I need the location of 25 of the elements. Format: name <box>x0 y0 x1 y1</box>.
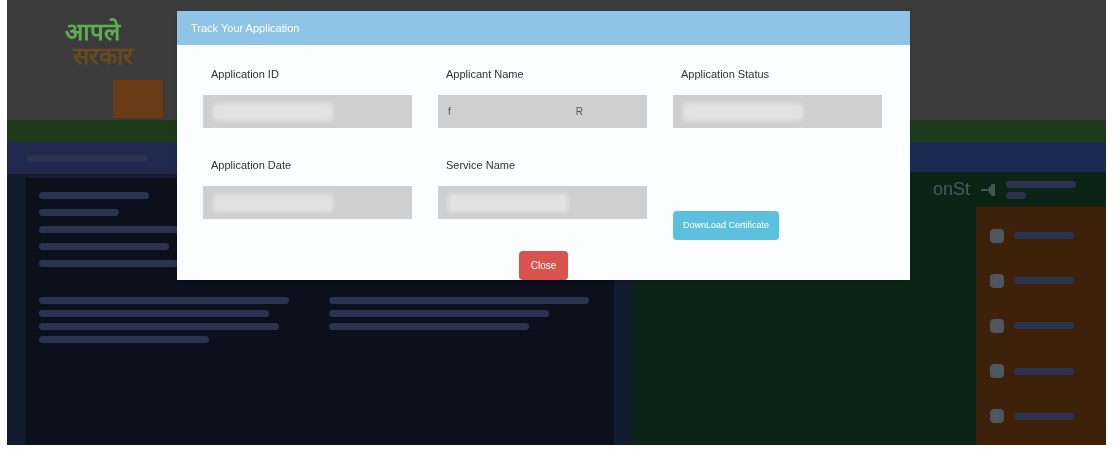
blurred-text <box>1006 191 1026 199</box>
close-button[interactable]: Close <box>519 251 568 280</box>
field-value: R <box>575 105 583 119</box>
blurred-text <box>1014 412 1074 420</box>
blurred-text <box>1014 232 1074 240</box>
field-label: Application Date <box>210 158 293 172</box>
input-field[interactable]: f R <box>438 95 647 128</box>
input-field[interactable] <box>673 95 882 128</box>
input-field[interactable] <box>438 186 647 219</box>
field-label: Application ID <box>210 67 280 81</box>
blurred-text <box>1014 322 1074 330</box>
blurred-text <box>1006 180 1076 188</box>
input-field[interactable] <box>203 95 412 128</box>
download-certificate-button[interactable]: DownLoad Certificate <box>673 211 780 240</box>
field-label: Service Name <box>445 158 517 172</box>
field-label: Application Status <box>680 67 771 81</box>
logo-text: आपले <box>65 20 122 44</box>
modal-title: Track Your Application <box>191 20 300 36</box>
partial-heading: onSt <box>932 178 970 201</box>
field-value: f <box>448 105 451 119</box>
blurred-text <box>1014 367 1074 375</box>
sign-in-icon <box>980 182 996 197</box>
blurred-text <box>1014 277 1074 285</box>
input-field[interactable] <box>203 186 412 219</box>
field-label: Applicant Name <box>445 67 525 81</box>
